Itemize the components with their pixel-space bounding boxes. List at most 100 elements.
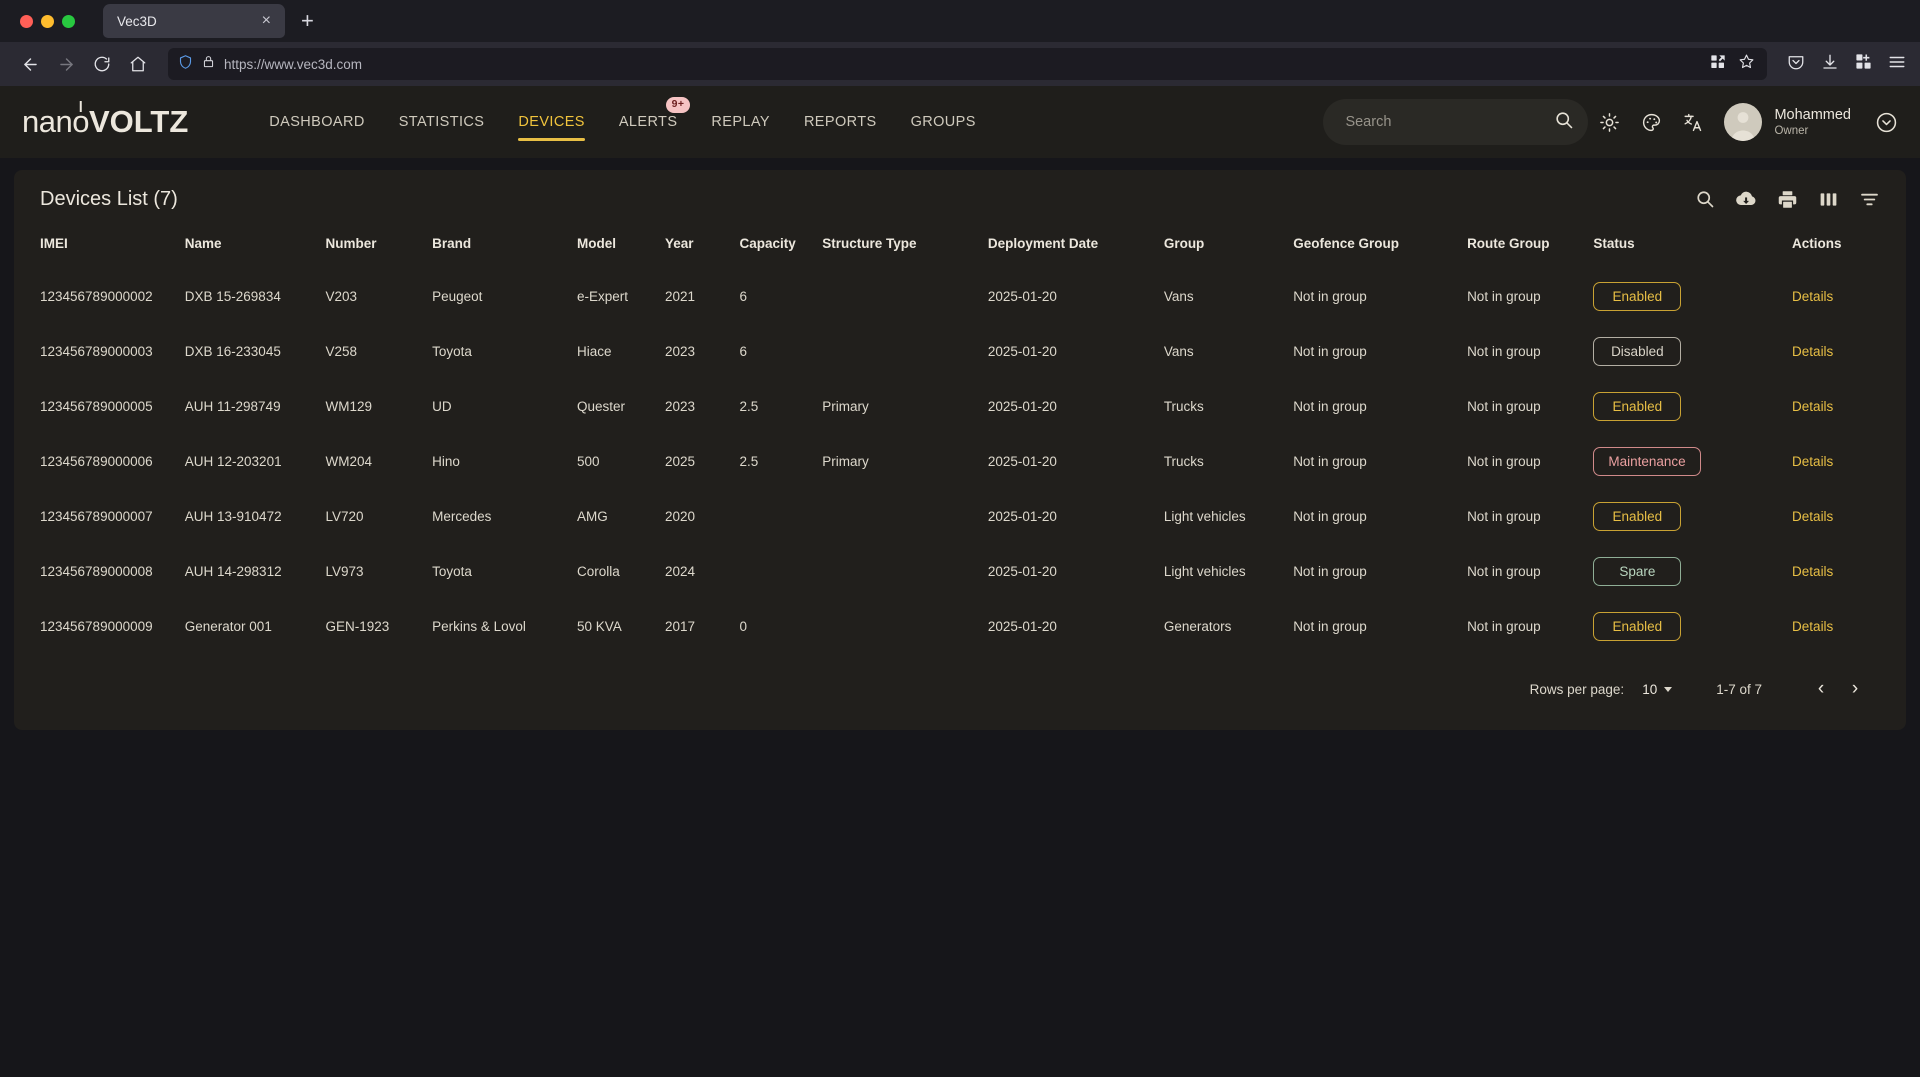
status-badge[interactable]: Enabled	[1593, 392, 1682, 421]
details-link[interactable]: Details	[1792, 399, 1833, 414]
search-input[interactable]	[1345, 114, 1547, 130]
cell-imei: 123456789000007	[40, 509, 153, 524]
cell-structure-type	[822, 599, 988, 654]
global-search[interactable]	[1323, 99, 1589, 145]
details-link[interactable]: Details	[1792, 509, 1833, 524]
column-header-status[interactable]: Status	[1593, 228, 1792, 269]
column-header-model[interactable]: Model	[577, 228, 665, 269]
close-window-button[interactable]	[20, 14, 33, 28]
window-controls[interactable]	[14, 14, 87, 28]
reload-icon[interactable]	[86, 48, 118, 80]
cell-brand: Hino	[432, 454, 460, 469]
url-text: https://www.vec3d.com	[224, 56, 363, 72]
rows-per-page-select[interactable]: 10	[1642, 682, 1673, 697]
app-menu-icon[interactable]	[1888, 53, 1906, 76]
table-row[interactable]: 123456789000005 AUH 11-298749 WM129 UD Quest…	[14, 379, 1906, 434]
column-header-route-group[interactable]: Route Group	[1467, 228, 1593, 269]
downloads-icon[interactable]	[1821, 53, 1839, 76]
nav-item-dashboard[interactable]: DASHBOARD	[252, 97, 381, 147]
column-header-year[interactable]: Year	[665, 228, 740, 269]
nav-item-statistics[interactable]: STATISTICS	[382, 97, 502, 147]
cell-model: 500	[577, 454, 600, 469]
nav-label: STATISTICS	[398, 114, 485, 130]
details-link[interactable]: Details	[1792, 619, 1833, 634]
column-header-imei[interactable]: IMEI	[14, 228, 185, 269]
cell-deployment-date: 2025-01-20	[987, 454, 1057, 469]
back-icon[interactable]	[14, 48, 46, 80]
status-badge[interactable]: Spare	[1593, 557, 1682, 586]
browser-tab[interactable]: Vec3D ×	[103, 4, 285, 38]
nav-item-replay[interactable]: REPLAY	[694, 97, 787, 147]
table-search-icon[interactable]	[1695, 189, 1715, 209]
cell-number: WM129	[325, 399, 373, 414]
column-header-geofence-group[interactable]: Geofence Group	[1293, 228, 1467, 269]
brand-logo[interactable]: nan o VOLTZ	[22, 104, 188, 140]
cell-geofence-group: Not in group	[1293, 564, 1367, 579]
column-header-deployment-date[interactable]: Deployment Date	[988, 228, 1164, 269]
previous-page-button[interactable]: ‹	[1804, 672, 1838, 706]
details-link[interactable]: Details	[1792, 454, 1833, 469]
next-page-button[interactable]: ›	[1838, 672, 1872, 706]
column-header-actions[interactable]: Actions	[1792, 228, 1906, 269]
details-link[interactable]: Details	[1792, 344, 1833, 359]
table-row[interactable]: 123456789000007 AUH 13-910472 LV720 Mercede…	[14, 489, 1906, 544]
nav-item-alerts[interactable]: ALERTS 9+	[602, 97, 695, 147]
cell-status: Enabled	[1593, 379, 1792, 434]
status-badge[interactable]: Enabled	[1593, 612, 1682, 641]
status-badge[interactable]: Maintenance	[1593, 447, 1701, 476]
nav-item-devices[interactable]: DEVICES	[501, 97, 601, 147]
column-header-group[interactable]: Group	[1164, 228, 1293, 269]
details-link[interactable]: Details	[1792, 289, 1833, 304]
cell-imei: 123456789000003	[40, 344, 153, 359]
devices-table: IMEI Name Number Brand Model Year Capaci…	[14, 228, 1906, 654]
maximize-window-button[interactable]	[62, 14, 75, 28]
status-badge[interactable]: Disabled	[1593, 337, 1682, 366]
nav-item-groups[interactable]: GROUPS	[894, 97, 993, 147]
details-link[interactable]: Details	[1792, 564, 1833, 579]
user-menu[interactable]: Mohammed Owner	[1724, 103, 1851, 141]
table-row[interactable]: 123456789000003 DXB 16-233045 V258 Toyota Hi…	[14, 324, 1906, 379]
cell-deployment-date: 2025-01-20	[987, 344, 1057, 359]
user-menu-chevron-down-icon[interactable]	[1875, 111, 1898, 134]
extensions-icon[interactable]	[1855, 53, 1872, 75]
minimize-window-button[interactable]	[41, 14, 54, 28]
bookmark-star-icon[interactable]	[1738, 53, 1755, 75]
table-row[interactable]: 123456789000006 AUH 12-203201 WM204 Hino 500…	[14, 434, 1906, 489]
column-header-brand[interactable]: Brand	[432, 228, 577, 269]
cell-year: 2023	[664, 344, 696, 359]
status-badge[interactable]: Enabled	[1593, 502, 1682, 531]
language-translate-icon[interactable]	[1672, 101, 1714, 143]
column-header-structure-type[interactable]: Structure Type	[822, 228, 988, 269]
forward-icon[interactable]	[50, 48, 82, 80]
pocket-icon[interactable]	[1787, 53, 1805, 76]
new-tab-button[interactable]: +	[301, 10, 314, 32]
cell-route-group: Not in group	[1467, 344, 1541, 359]
page-actions-icon[interactable]	[1710, 54, 1726, 75]
shield-icon[interactable]	[178, 54, 193, 75]
table-row[interactable]: 123456789000009 Generator 001 GEN-1923 Perk…	[14, 599, 1906, 654]
theme-palette-icon[interactable]	[1630, 101, 1672, 143]
columns-icon[interactable]	[1818, 189, 1839, 210]
column-header-name[interactable]: Name	[185, 228, 326, 269]
browser-navbar: https://www.vec3d.com	[0, 42, 1920, 86]
search-icon[interactable]	[1554, 110, 1574, 135]
status-badge[interactable]: Enabled	[1593, 282, 1682, 311]
home-icon[interactable]	[122, 48, 154, 80]
filter-icon[interactable]	[1859, 189, 1880, 210]
table-row[interactable]: 123456789000002 DXB 15-269834 V203 Peugeot e…	[14, 269, 1906, 324]
avatar	[1724, 103, 1763, 141]
cloud-download-icon[interactable]	[1735, 188, 1757, 210]
cell-structure-type: Primary	[822, 454, 869, 469]
nav-item-reports[interactable]: REPORTS	[787, 97, 894, 147]
browser-toolbar-right	[1781, 53, 1906, 76]
nav-label: GROUPS	[910, 114, 976, 130]
table-row[interactable]: 123456789000008 AUH 14-298312 LV973 Toyota C…	[14, 544, 1906, 599]
theme-toggle-sun-icon[interactable]	[1588, 101, 1630, 143]
column-header-number[interactable]: Number	[326, 228, 433, 269]
cell-capacity: 2.5	[739, 399, 759, 414]
cell-year: 2025	[664, 454, 696, 469]
close-tab-icon[interactable]: ×	[258, 11, 275, 31]
column-header-capacity[interactable]: Capacity	[739, 228, 822, 269]
print-icon[interactable]	[1777, 189, 1798, 210]
address-bar[interactable]: https://www.vec3d.com	[168, 48, 1767, 80]
